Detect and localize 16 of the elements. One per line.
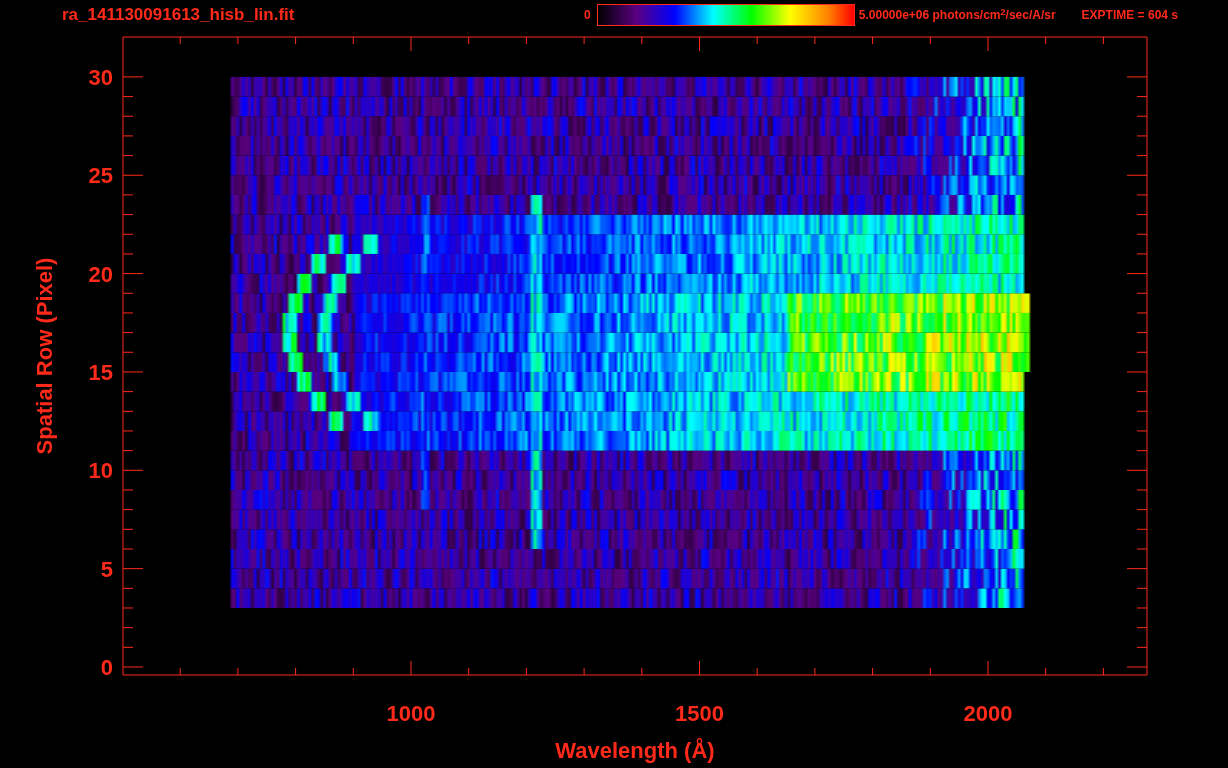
- y-axis-label: Spatial Row (Pixel): [32, 257, 57, 455]
- colorbar-max-label: 5.00000e+06 photons/cm$^{2}$/sec/A/sr: [858, 6, 1056, 24]
- colorbar-min-label: 0: [584, 7, 591, 24]
- x-tick-label: 1500: [675, 701, 724, 726]
- file-title: ra_141130091613_hisb_lin.fit: [62, 4, 295, 27]
- y-tick-label: 20: [88, 261, 113, 287]
- exposure-time: EXPTIME = 604 s: [1081, 7, 1178, 24]
- x-axis-label: Wavelength (Å): [555, 738, 715, 763]
- y-tick-label: 5: [100, 556, 113, 582]
- y-tick-label: 25: [88, 163, 113, 189]
- y-tick-label: 10: [88, 458, 113, 484]
- y-tick-label: 0: [100, 655, 113, 680]
- x-tick-label: 1000: [386, 701, 436, 726]
- y-tick-label: 30: [88, 64, 113, 90]
- x-tick-label: 2000: [963, 701, 1013, 726]
- y-tick-label: 15: [88, 359, 113, 385]
